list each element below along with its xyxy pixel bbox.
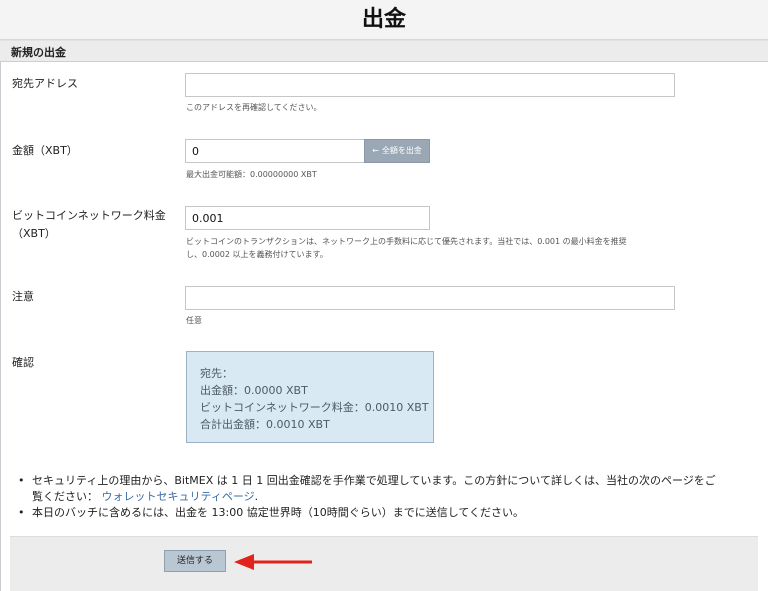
withdraw-all-button[interactable]: ← 全額を出金 [364, 139, 430, 163]
note-label: 注意 [12, 290, 34, 303]
fee-label-line1: ビットコインネットワーク料金 [12, 209, 166, 222]
wallet-security-link[interactable]: ウォレットセキュリティページ [102, 490, 255, 503]
note-input[interactable] [185, 286, 675, 310]
arrow-left-icon: ← [372, 146, 379, 155]
red-arrow-head [234, 554, 254, 570]
fee-help: ビットコインのトランザクションは、ネットワーク上の手数料に応じて優先されます。当… [186, 235, 706, 261]
amount-label: 金額（XBT） [12, 144, 78, 157]
address-help: このアドレスを再確認してください。 [186, 103, 322, 112]
note1-prefix: 覧ください： [32, 490, 98, 503]
confirm-summary-box: 宛先： 出金額：0.0000 XBT ビットコインネットワーク料金：0.0010… [186, 351, 434, 443]
page-header: 出金 [0, 0, 768, 40]
notes-section: セキュリティ上の理由から、BitMEX は 1 日 1 回出金確認を手作業で処理… [18, 473, 738, 521]
amount-input[interactable] [185, 139, 365, 163]
fee-help-line1: ビットコインのトランザクションは、ネットワーク上の手数料に応じて優先されます。当… [186, 237, 627, 246]
note-help: 任意 [186, 316, 202, 325]
section-bar: 新規の出金 [0, 40, 768, 62]
list-item: 本日のバッチに含めるには、出金を 13:00 協定世界時（10時間ぐらい）までに… [18, 505, 738, 521]
confirm-amount-line: 出金額：0.0000 XBT [200, 384, 308, 397]
fee-input[interactable] [185, 206, 430, 230]
address-label: 宛先アドレス [12, 77, 78, 90]
confirm-total-line: 合計出金額：0.0010 XBT [200, 418, 330, 431]
red-arrow-icon [234, 554, 312, 570]
fee-help-line2: し、0.0002 以上を義務付けています。 [186, 250, 328, 259]
section-title: 新規の出金 [11, 46, 66, 59]
list-item: セキュリティ上の理由から、BitMEX は 1 日 1 回出金確認を手作業で処理… [18, 473, 738, 505]
withdraw-all-label: 全額を出金 [381, 146, 422, 155]
note2-text: 本日のバッチに含めるには、出金を 13:00 協定世界時（10時間ぐらい）までに… [32, 506, 525, 519]
note1-suffix: . [254, 490, 259, 503]
confirm-address-line: 宛先： [200, 367, 233, 380]
address-input[interactable] [185, 73, 675, 97]
note1-text: セキュリティ上の理由から、BitMEX は 1 日 1 回出金確認を手作業で処理… [32, 474, 716, 487]
fee-label-line2: （XBT） [12, 227, 56, 240]
amount-help: 最大出金可能額：0.00000000 XBT [186, 170, 317, 179]
page-title: 出金 [361, 7, 406, 32]
form-footer [10, 536, 758, 591]
submit-button[interactable]: 送信する [164, 550, 226, 572]
confirm-fee-line: ビットコインネットワーク料金：0.0010 XBT [200, 401, 429, 414]
confirm-label: 確認 [12, 356, 34, 369]
fee-label: ビットコインネットワーク料金 （XBT） [12, 208, 166, 242]
